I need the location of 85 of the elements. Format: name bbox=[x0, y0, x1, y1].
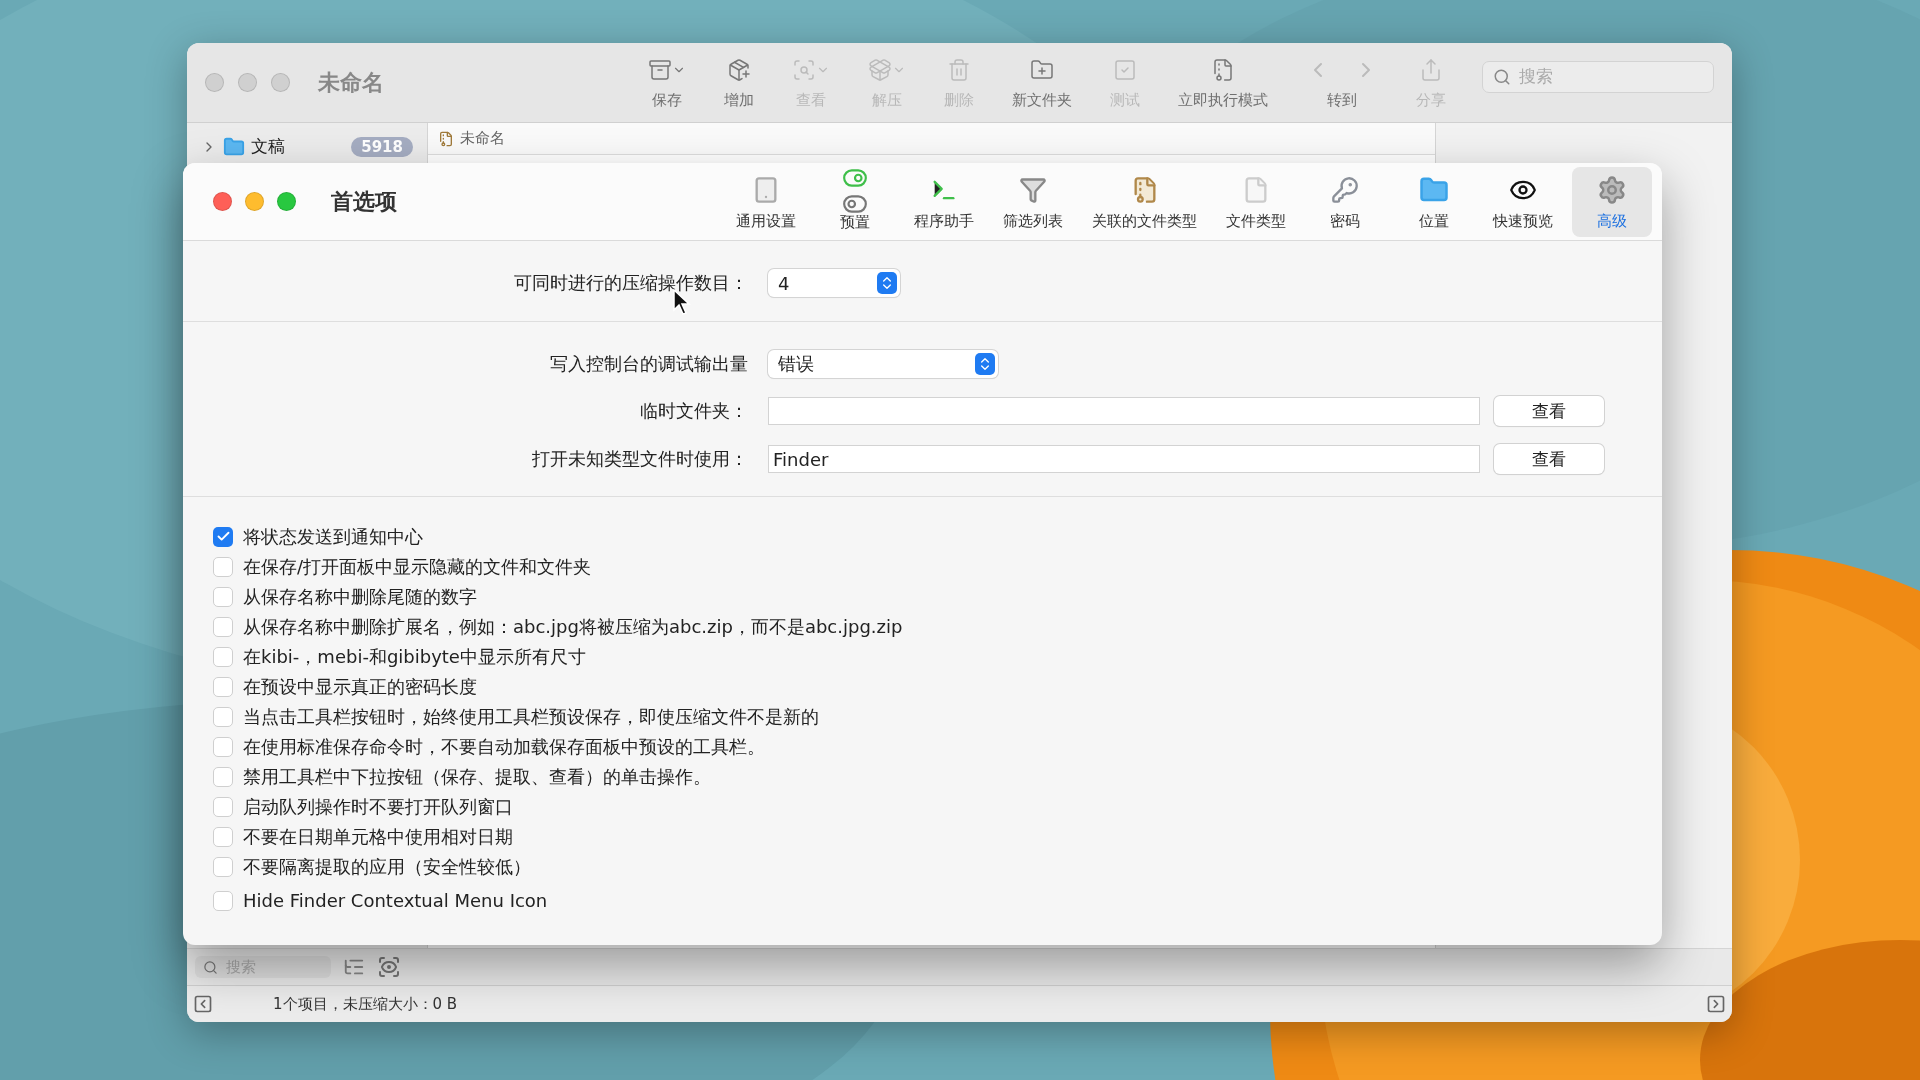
folder-plus-icon bbox=[1030, 58, 1054, 82]
file-archive-icon bbox=[1211, 58, 1235, 82]
preferences-tab[interactable]: 预置 bbox=[815, 166, 895, 237]
checkbox[interactable] bbox=[213, 826, 233, 847]
search-icon bbox=[203, 959, 218, 975]
preferences-tab[interactable]: 密码 bbox=[1305, 166, 1385, 237]
search-icon bbox=[1493, 67, 1511, 86]
option-label: 当点击工具栏按钮时，始终使用工具栏预设保存，即使压缩文件不是新的 bbox=[243, 704, 819, 729]
archive-icon bbox=[438, 130, 454, 147]
preferences-tab[interactable]: 关联的文件类型 bbox=[1082, 166, 1207, 237]
field-label: 可同时进行的压缩操作数目： bbox=[513, 271, 748, 295]
checkbox[interactable] bbox=[213, 526, 233, 547]
check-icon bbox=[215, 529, 231, 544]
option-label: 从保存名称中删除尾随的数字 bbox=[243, 584, 477, 609]
preferences-tab[interactable]: 程序助手 bbox=[904, 166, 984, 237]
toolbar-button[interactable]: 增加 bbox=[712, 55, 766, 110]
toolbar-button[interactable]: 新文件夹 bbox=[1000, 55, 1084, 110]
checkbox[interactable] bbox=[213, 856, 233, 877]
toolbar-button[interactable]: 保存 bbox=[636, 55, 698, 110]
option-label: 将状态发送到通知中心 bbox=[243, 524, 423, 549]
window-title: 未命名 bbox=[318, 68, 384, 97]
close-button[interactable] bbox=[213, 192, 232, 211]
checkbox[interactable] bbox=[213, 796, 233, 817]
preferences-tab[interactable]: 高级 bbox=[1572, 166, 1652, 237]
minimize-button[interactable] bbox=[245, 192, 264, 211]
preferences-tab[interactable]: 位置 bbox=[1394, 166, 1474, 237]
package-plus-icon bbox=[727, 58, 751, 82]
preferences-tab[interactable]: 筛选列表 bbox=[993, 166, 1073, 237]
browse-button[interactable]: 查看 bbox=[1494, 396, 1604, 426]
checkbox[interactable] bbox=[213, 586, 233, 607]
option-label: 启动队列操作时不要打开队列窗口 bbox=[243, 794, 513, 819]
input-field[interactable]: Finder bbox=[768, 445, 1480, 473]
stepper-icon bbox=[975, 353, 995, 375]
archive-icon bbox=[648, 58, 672, 82]
trash-icon bbox=[947, 58, 971, 82]
scan-search-icon bbox=[792, 58, 816, 82]
preferences-tab[interactable]: 文件类型 bbox=[1216, 166, 1296, 237]
sidebar-item[interactable]: 文稿 5918 bbox=[187, 135, 427, 158]
input-field[interactable] bbox=[768, 397, 1480, 425]
toolbar-button[interactable]: 转到 bbox=[1294, 55, 1390, 110]
checkbox[interactable] bbox=[213, 766, 233, 787]
option-label: 在保存/打开面板中显示隐藏的文件和文件夹 bbox=[243, 554, 592, 579]
option-label: 禁用工具栏中下拉按钮（保存、提取、查看）的单击操作。 bbox=[243, 764, 711, 789]
level-popup[interactable]: 错误 bbox=[768, 350, 998, 378]
package-open-icon bbox=[868, 58, 892, 82]
field-label: 临时文件夹： bbox=[639, 399, 748, 423]
browse-button[interactable]: 查看 bbox=[1494, 444, 1604, 474]
funnel-icon bbox=[1019, 176, 1047, 204]
scroll-right-icon[interactable] bbox=[1706, 994, 1726, 1014]
preferences-tab[interactable]: 快速预览 bbox=[1483, 166, 1563, 237]
checkbox[interactable] bbox=[213, 890, 233, 911]
key-icon bbox=[1331, 176, 1359, 204]
option-label: Hide Finder Contextual Menu Icon bbox=[243, 890, 548, 911]
option-label: 不要隔离提取的应用（安全性较低） bbox=[243, 854, 531, 879]
check-square-icon bbox=[1113, 58, 1137, 82]
checkbox[interactable] bbox=[213, 736, 233, 757]
scroll-left-icon[interactable] bbox=[193, 994, 213, 1014]
toolbar-button[interactable]: 立即执行模式 bbox=[1166, 55, 1280, 110]
checkbox[interactable] bbox=[213, 676, 233, 697]
option-label: 从保存名称中删除扩展名，例如：abc.jpg将被压缩为abc.zip，而不是abc.jpg.zip bbox=[243, 614, 903, 639]
zoom-button[interactable] bbox=[271, 73, 290, 92]
status-text: 1个项目，未压缩大小：0 B bbox=[273, 994, 459, 1014]
count-badge: 5918 bbox=[351, 136, 413, 157]
option-label: 在预设中显示真正的密码长度 bbox=[243, 674, 477, 699]
stepper-icon bbox=[877, 272, 897, 294]
column-header: 未命名 bbox=[428, 123, 1435, 155]
checkbox[interactable] bbox=[213, 556, 233, 577]
preferences-tab[interactable]: 通用设置 bbox=[726, 166, 806, 237]
field-label: 打开未知类型文件时使用： bbox=[531, 447, 748, 471]
folder-icon bbox=[223, 135, 245, 158]
option-label: 不要在日期单元格中使用相对日期 bbox=[243, 824, 513, 849]
checkbox[interactable] bbox=[213, 616, 233, 637]
window-title: 首选项 bbox=[331, 187, 397, 216]
field-label: 写入控制台的调试输出量 bbox=[549, 352, 748, 376]
checkbox[interactable] bbox=[213, 706, 233, 727]
close-button[interactable] bbox=[205, 73, 224, 92]
preview-icon[interactable] bbox=[377, 955, 401, 979]
option-label: 在kibi-，mebi-和gibibyte中显示所有尺寸 bbox=[243, 644, 586, 669]
zoom-button[interactable] bbox=[277, 192, 296, 211]
minimize-button[interactable] bbox=[238, 73, 257, 92]
checkbox[interactable] bbox=[213, 646, 233, 667]
number-popup[interactable]: 4 bbox=[768, 269, 900, 297]
option-label: 在使用标准保存命令时，不要自动加载保存面板中预设的工具栏。 bbox=[243, 734, 765, 759]
share-icon bbox=[1419, 58, 1443, 82]
settings-icon bbox=[1597, 175, 1627, 205]
